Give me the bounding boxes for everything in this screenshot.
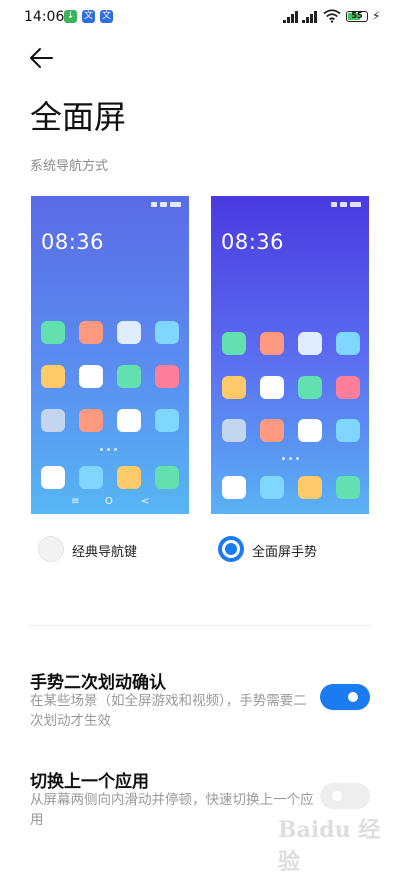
gesture-confirm-toggle[interactable] — [320, 684, 370, 710]
app-icon — [222, 376, 246, 399]
app-icon — [336, 476, 360, 499]
home-key-icon: O — [105, 496, 113, 507]
preview-status-icons — [151, 202, 181, 208]
preview-status-icons — [331, 202, 361, 208]
nav-keys-bar: ≡ O < — [31, 496, 189, 510]
app-icon — [336, 332, 360, 355]
app-icon — [117, 466, 141, 489]
app-icon — [41, 466, 65, 489]
signal-icon-2 — [302, 11, 318, 23]
app-icon — [222, 476, 246, 499]
app-icon — [298, 476, 322, 499]
classic-nav-preview[interactable]: 08:36 ≡ O < — [31, 196, 189, 514]
download-notification-icon: ↓ — [64, 10, 77, 23]
app-icon — [222, 419, 246, 442]
setting-desc-gesture-confirm: 在某些场景（如全屏游戏和视频），手势需要二次划动才生效 — [30, 693, 307, 729]
app-icon — [41, 409, 65, 432]
wifi-icon — [323, 9, 341, 23]
divider — [30, 625, 370, 626]
option-gesture-nav[interactable]: 全面屏手势 — [218, 536, 378, 564]
app-notification-icon-2: 文 — [100, 10, 113, 23]
app-icon — [117, 321, 141, 344]
app-icon — [155, 321, 179, 344]
app-icon — [336, 419, 360, 442]
preview-clock: 08:36 — [221, 230, 285, 254]
setting-title-gesture-confirm: 手势二次划动确认 — [30, 673, 166, 693]
app-icon — [260, 419, 284, 442]
app-icon — [260, 332, 284, 355]
app-icon — [336, 376, 360, 399]
page-title: 全面屏 — [30, 98, 127, 136]
battery-icon: 55 — [346, 11, 368, 22]
app-icon — [41, 321, 65, 344]
back-arrow-icon[interactable] — [28, 46, 56, 70]
signal-icon — [283, 11, 299, 23]
menu-key-icon: ≡ — [71, 496, 80, 507]
page-indicator — [282, 457, 302, 461]
app-icon — [222, 332, 246, 355]
app-icon — [117, 365, 141, 388]
setting-title-switch-app: 切换上一个应用 — [30, 772, 149, 792]
app-icon — [79, 466, 103, 489]
watermark: Baidu 经验 — [278, 817, 381, 875]
app-icon — [79, 409, 103, 432]
battery-level: 55 — [351, 11, 363, 20]
switch-app-toggle[interactable] — [320, 783, 370, 809]
status-bar: 14:06 ↓ 文 文 55 ⚡ — [0, 0, 400, 34]
back-key-icon: < — [141, 496, 150, 507]
option-classic-nav[interactable]: 经典导航键 — [38, 536, 198, 564]
app-icon — [79, 321, 103, 344]
app-icon — [79, 365, 103, 388]
status-time: 14:06 — [24, 9, 65, 25]
app-icon — [298, 376, 322, 399]
app-icon — [117, 409, 141, 432]
app-icon — [155, 365, 179, 388]
radio-unselected[interactable] — [38, 536, 64, 562]
app-icon — [155, 409, 179, 432]
app-icon — [155, 466, 179, 489]
app-icon — [298, 332, 322, 355]
app-icon — [260, 376, 284, 399]
app-icon — [260, 476, 284, 499]
gesture-nav-preview[interactable]: 08:36 — [211, 196, 369, 514]
preview-clock: 08:36 — [41, 230, 105, 254]
app-icon — [298, 419, 322, 442]
section-label: 系统导航方式 — [30, 159, 109, 174]
page-indicator — [100, 448, 120, 452]
radio-selected[interactable] — [218, 536, 244, 562]
option-label: 经典导航键 — [72, 545, 138, 560]
option-label: 全面屏手势 — [252, 545, 318, 560]
app-notification-icon: 文 — [82, 10, 95, 23]
charging-icon: ⚡ — [372, 9, 381, 23]
app-icon — [41, 365, 65, 388]
setting-desc-switch-app: 从屏幕两侧向内滑动并停顿，快速切换上一个应用 — [30, 792, 314, 828]
